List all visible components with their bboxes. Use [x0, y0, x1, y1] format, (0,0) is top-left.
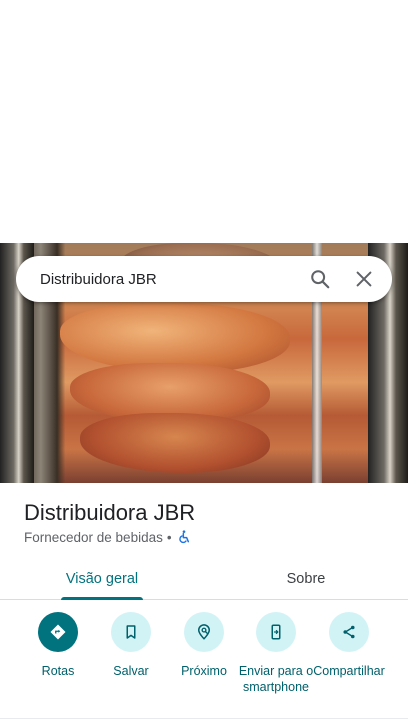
action-label: Rotas [41, 664, 75, 678]
separator-dot: • [166, 529, 172, 545]
save-button[interactable]: Salvar [91, 612, 171, 679]
divider [0, 718, 408, 719]
place-subtitle: Fornecedor de bebidas • [24, 529, 192, 545]
place-title: Distribuidora JBR [24, 500, 196, 525]
nearby-button[interactable]: Próximo [164, 612, 244, 679]
tab-label: Sobre [286, 570, 326, 587]
map-area-blank [0, 0, 408, 243]
directions-button[interactable]: Rotas [18, 612, 98, 679]
photo-detail [80, 413, 270, 473]
action-label: Salvar [113, 664, 149, 678]
place-category: Fornecedor de bebidas [24, 529, 163, 545]
search-icon[interactable] [298, 257, 342, 301]
nearby-icon[interactable] [184, 612, 224, 652]
place-tabs: Visão geral Sobre [0, 558, 408, 600]
action-label: Compartilhar [313, 664, 385, 678]
action-buttons: Rotas Salvar Próximo Enviar para o smart… [0, 612, 408, 712]
directions-icon[interactable] [38, 612, 78, 652]
action-label: Próximo [181, 664, 227, 678]
search-bar[interactable]: Distribuidora JBR [16, 256, 392, 302]
action-label: Enviar para o smartphone [238, 664, 314, 694]
send-to-phone-icon[interactable] [256, 612, 296, 652]
active-tab-indicator [61, 597, 143, 600]
tab-overview[interactable]: Visão geral [0, 558, 204, 600]
close-icon[interactable] [342, 257, 386, 301]
bookmark-icon[interactable] [111, 612, 151, 652]
share-icon[interactable] [329, 612, 369, 652]
search-input[interactable]: Distribuidora JBR [16, 271, 298, 288]
tab-about[interactable]: Sobre [204, 558, 408, 599]
wheelchair-icon[interactable] [176, 529, 192, 545]
share-button[interactable]: Compartilhar [309, 612, 389, 679]
send-to-phone-button[interactable]: Enviar para o smartphone [236, 612, 316, 695]
tab-label: Visão geral [65, 570, 139, 587]
